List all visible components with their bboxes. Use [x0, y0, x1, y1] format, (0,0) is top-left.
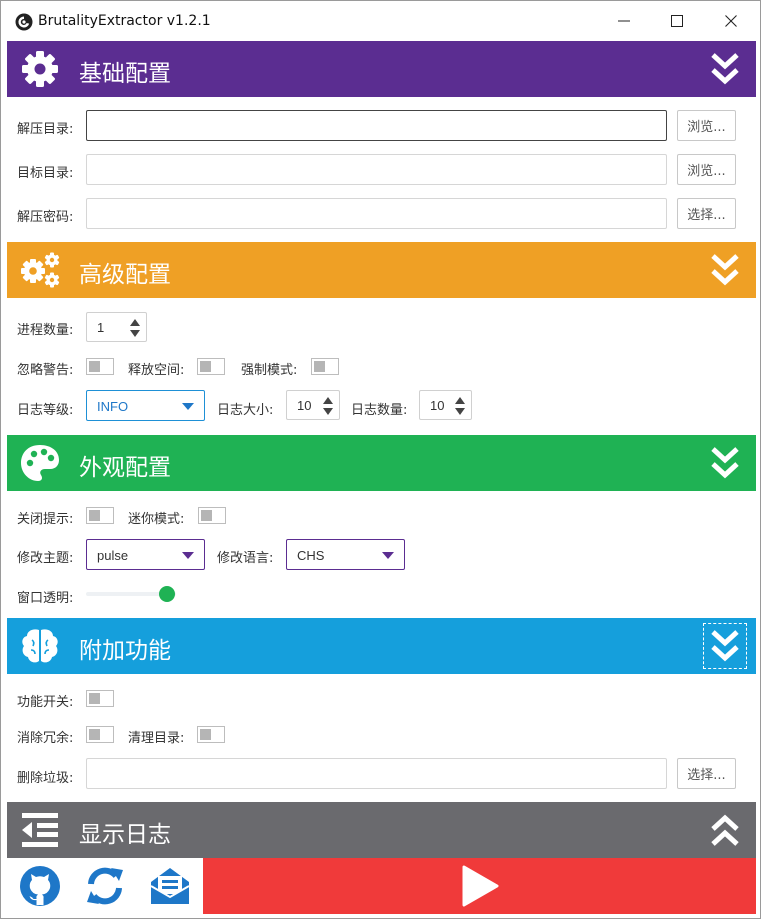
browse-unzip-dir-button[interactable]: 浏览...	[677, 110, 736, 141]
basic-config-header[interactable]: 基础配置	[7, 41, 756, 97]
github-button[interactable]	[7, 858, 72, 914]
log-size-spinner[interactable]: 10	[286, 390, 340, 420]
close-tip-label: 关闭提示:	[17, 512, 74, 527]
mail-button[interactable]	[137, 858, 202, 914]
title-bar: BrutalityExtractor v1.2.1	[1, 1, 760, 41]
select-garbage-button[interactable]: 选择...	[677, 758, 736, 789]
extra-features-header[interactable]: 附加功能	[7, 618, 756, 674]
minimize-icon	[618, 20, 630, 22]
refresh-button[interactable]	[72, 858, 137, 914]
delete-garbage-input[interactable]	[86, 758, 667, 789]
log-level-value: INFO	[97, 399, 129, 414]
close-icon	[725, 15, 737, 27]
minimize-button[interactable]	[598, 1, 650, 41]
theme-select[interactable]: pulse	[86, 539, 205, 570]
chevrons-down-icon	[711, 630, 739, 662]
ignore-warning-label: 忽略警告:	[17, 363, 74, 378]
language-value: CHS	[297, 548, 325, 563]
advanced-collapse-toggle[interactable]	[702, 246, 748, 294]
extra-collapse-toggle[interactable]	[702, 622, 748, 670]
select-password-button[interactable]: 选择...	[677, 198, 736, 229]
refresh-icon	[86, 867, 123, 905]
ignore-warning-toggle[interactable]	[86, 358, 114, 375]
log-size-value: 10	[297, 398, 312, 413]
log-title: 显示日志	[79, 822, 171, 848]
password-input[interactable]	[86, 198, 667, 229]
appearance-config-title: 外观配置	[79, 455, 171, 481]
app-logo-icon	[15, 13, 33, 31]
gears-icon	[21, 252, 60, 288]
mini-mode-toggle[interactable]	[198, 507, 226, 524]
spinner-arrows-icon[interactable]	[322, 396, 334, 416]
theme-label: 修改主题:	[17, 551, 74, 566]
close-button[interactable]	[705, 1, 757, 41]
log-level-select[interactable]: INFO	[86, 390, 205, 421]
log-level-label: 日志等级:	[17, 403, 74, 418]
mail-icon	[149, 868, 190, 904]
close-tip-toggle[interactable]	[86, 507, 114, 524]
caret-down-icon	[382, 552, 394, 559]
log-expand-toggle[interactable]	[702, 806, 748, 854]
opacity-label: 窗口透明:	[17, 591, 74, 606]
maximize-button[interactable]	[651, 1, 703, 41]
appearance-config-header[interactable]: 外观配置	[7, 435, 756, 491]
log-count-spinner[interactable]: 10	[419, 390, 472, 420]
remove-redundant-label: 消除冗余:	[17, 731, 74, 746]
app-window: BrutalityExtractor v1.2.1 基础配置 解压目录: 浏览.…	[0, 0, 761, 919]
chevrons-down-icon	[711, 254, 739, 286]
clean-dir-toggle[interactable]	[197, 726, 225, 743]
remove-redundant-toggle[interactable]	[86, 726, 114, 743]
free-space-toggle[interactable]	[197, 358, 225, 375]
force-mode-label: 强制模式:	[241, 363, 298, 378]
github-icon	[19, 866, 60, 906]
appearance-collapse-toggle[interactable]	[702, 439, 748, 487]
advanced-config-title: 高级配置	[79, 262, 171, 288]
chevrons-down-icon	[711, 53, 739, 85]
caret-down-icon	[182, 403, 194, 410]
language-select[interactable]: CHS	[286, 539, 405, 570]
opacity-slider-knob[interactable]	[159, 586, 175, 602]
process-count-spinner[interactable]: 1	[86, 312, 147, 342]
clean-dir-label: 清理目录:	[128, 731, 185, 746]
run-button[interactable]	[203, 858, 756, 914]
palette-icon	[21, 445, 59, 481]
extra-features-title: 附加功能	[79, 638, 171, 664]
browse-target-dir-button[interactable]: 浏览...	[677, 154, 736, 185]
unzip-dir-input[interactable]	[86, 110, 667, 141]
log-count-label: 日志数量:	[351, 403, 408, 418]
mini-mode-label: 迷你模式:	[128, 512, 185, 527]
maximize-icon	[671, 15, 683, 27]
target-dir-label: 目标目录:	[17, 166, 74, 181]
window-title: BrutalityExtractor v1.2.1	[38, 13, 211, 29]
spinner-arrows-icon[interactable]	[454, 396, 466, 416]
free-space-label: 释放空间:	[128, 363, 185, 378]
brain-icon	[22, 629, 58, 663]
log-icon	[22, 813, 58, 847]
advanced-config-header[interactable]: 高级配置	[7, 242, 756, 298]
log-header[interactable]: 显示日志	[7, 802, 756, 858]
force-mode-toggle[interactable]	[311, 358, 339, 375]
spinner-arrows-icon[interactable]	[129, 318, 141, 338]
basic-config-title: 基础配置	[79, 61, 171, 87]
password-label: 解压密码:	[17, 210, 74, 225]
unzip-dir-label: 解压目录:	[17, 122, 74, 137]
process-count-label: 进程数量:	[17, 323, 74, 338]
feature-switch-label: 功能开关:	[17, 695, 74, 710]
log-count-value: 10	[430, 398, 445, 413]
target-dir-input[interactable]	[86, 154, 667, 185]
theme-value: pulse	[97, 548, 129, 563]
process-count-value: 1	[97, 320, 105, 335]
play-icon	[462, 865, 498, 907]
delete-garbage-label: 删除垃圾:	[17, 771, 74, 786]
language-label: 修改语言:	[217, 551, 274, 566]
chevrons-down-icon	[711, 447, 739, 479]
gear-icon	[22, 51, 58, 87]
log-size-label: 日志大小:	[217, 403, 274, 418]
footer-toolbar	[7, 858, 756, 914]
caret-down-icon	[182, 552, 194, 559]
feature-switch-toggle[interactable]	[86, 690, 114, 707]
chevrons-up-icon	[711, 814, 739, 846]
basic-collapse-toggle[interactable]	[702, 45, 748, 93]
